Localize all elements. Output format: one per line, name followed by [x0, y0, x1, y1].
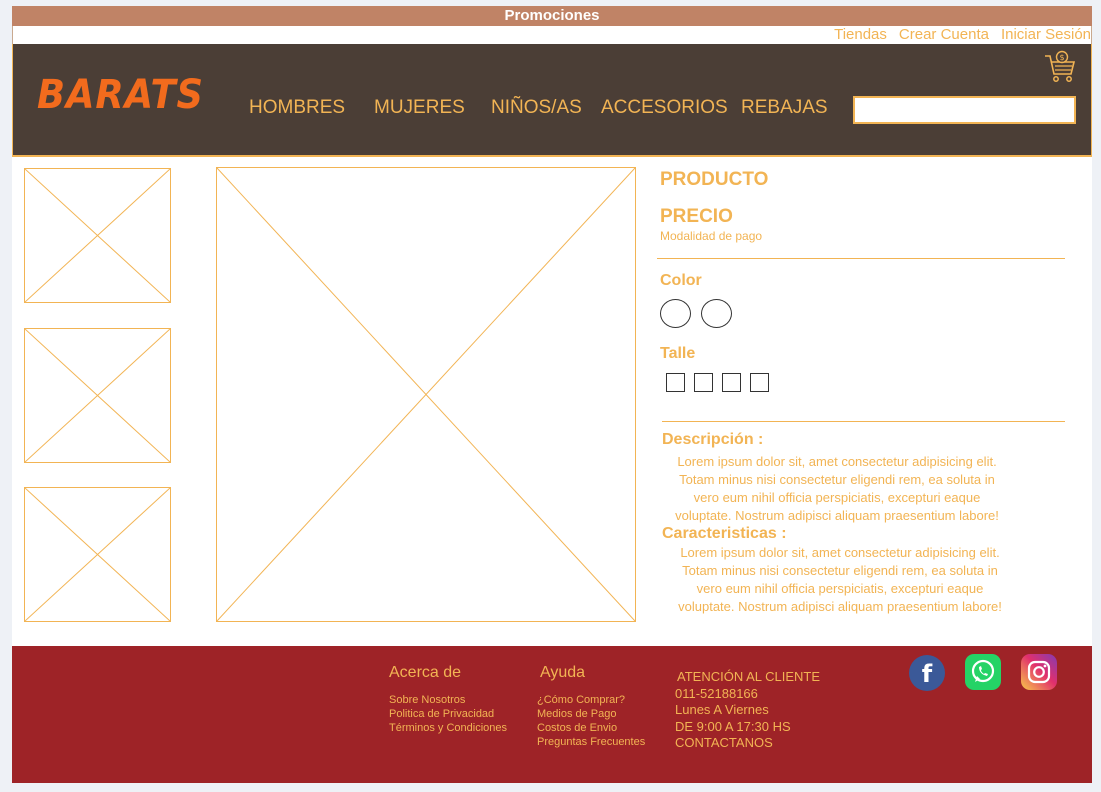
product-price: PRECIO [660, 206, 733, 227]
divider [662, 421, 1065, 422]
size-label: Talle [660, 345, 696, 362]
instagram-icon[interactable] [1021, 654, 1057, 690]
footer-link-shipping[interactable]: Costos de Envio [537, 721, 645, 735]
product-section: PRODUCTO PRECIO Modalidad de pago Color … [12, 157, 1092, 646]
size-option-4[interactable] [750, 373, 769, 392]
svg-text:$: $ [1059, 53, 1064, 62]
footer-link-payment[interactable]: Medios de Pago [537, 707, 645, 721]
footer-about-links: Sobre Nosotros Politica de Privacidad Té… [389, 693, 507, 735]
footer-link-about-us[interactable]: Sobre Nosotros [389, 693, 507, 707]
facebook-icon[interactable]: f [909, 655, 945, 691]
main-product-image [216, 167, 636, 622]
site-footer: Acerca de Sobre Nosotros Politica de Pri… [12, 646, 1092, 783]
promo-bar[interactable]: Promociones [12, 6, 1092, 26]
promo-label[interactable]: Promociones [504, 7, 599, 24]
payment-method-label: Modalidad de pago [660, 229, 763, 243]
contact-title: ATENCIÓN AL CLIENTE [677, 669, 821, 684]
footer-link-terms[interactable]: Términos y Condiciones [389, 721, 507, 735]
description-label: Descripción : [662, 431, 764, 448]
nav-item-ninos[interactable]: NIÑOS/AS [491, 97, 582, 119]
size-option-1[interactable] [666, 373, 685, 392]
description-text: Lorem ipsum dolor sit, amet consectetur … [675, 454, 999, 523]
site-header: BARATS HOMBRES MUJERES NIÑOS/AS ACCESORI… [12, 44, 1092, 157]
footer-link-privacy[interactable]: Politica de Privacidad [389, 707, 507, 721]
nav-item-mujeres[interactable]: MUJERES [374, 97, 465, 119]
login-link[interactable]: Iniciar Sesión [1001, 26, 1091, 44]
nav-item-hombres[interactable]: HOMBRES [249, 97, 345, 119]
stores-link[interactable]: Tiendas [834, 26, 887, 44]
color-swatch-2[interactable] [701, 299, 732, 328]
divider [657, 258, 1065, 259]
footer-about-title: Acerca de [389, 664, 462, 681]
nav-item-accesorios[interactable]: ACCESORIOS [601, 97, 728, 119]
svg-text:f: f [922, 660, 933, 688]
size-option-2[interactable] [694, 373, 713, 392]
color-label: Color [660, 272, 702, 289]
footer-contact: ATENCIÓN AL CLIENTE 011-52188166 Lunes A… [675, 669, 820, 752]
footer-help-title: Ayuda [540, 664, 586, 681]
contact-phone: 011-52188166 [675, 685, 758, 701]
cart-icon[interactable]: $ [1043, 50, 1077, 84]
thumbnail-image-3[interactable] [24, 487, 171, 622]
features-text: Lorem ipsum dolor sit, amet consectetur … [678, 545, 1002, 614]
product-name: PRODUCTO [660, 169, 769, 190]
top-links-bar: Tiendas Crear Cuenta Iniciar Sesión [12, 26, 1092, 44]
size-option-3[interactable] [722, 373, 741, 392]
logo[interactable]: BARATS [37, 72, 204, 118]
thumbnail-image-2[interactable] [24, 328, 171, 463]
contact-days: Lunes A Viernes [675, 702, 769, 717]
whatsapp-icon[interactable] [965, 654, 1001, 690]
contact-link[interactable]: CONTACTANOS [675, 735, 820, 752]
footer-help-links: ¿Cómo Comprar? Medios de Pago Costos de … [537, 693, 645, 749]
create-account-link[interactable]: Crear Cuenta [899, 26, 989, 44]
thumbnail-image-1[interactable] [24, 168, 171, 303]
color-swatch-1[interactable] [660, 299, 691, 328]
footer-link-faq[interactable]: Preguntas Frecuentes [537, 735, 645, 749]
nav-item-rebajas[interactable]: REBAJAS [741, 97, 828, 119]
contact-hours: DE 9:00 A 17:30 HS [675, 718, 791, 734]
footer-link-how-to-buy[interactable]: ¿Cómo Comprar? [537, 693, 645, 707]
search-input[interactable] [853, 96, 1076, 124]
features-label: Caracteristicas : [662, 525, 787, 542]
